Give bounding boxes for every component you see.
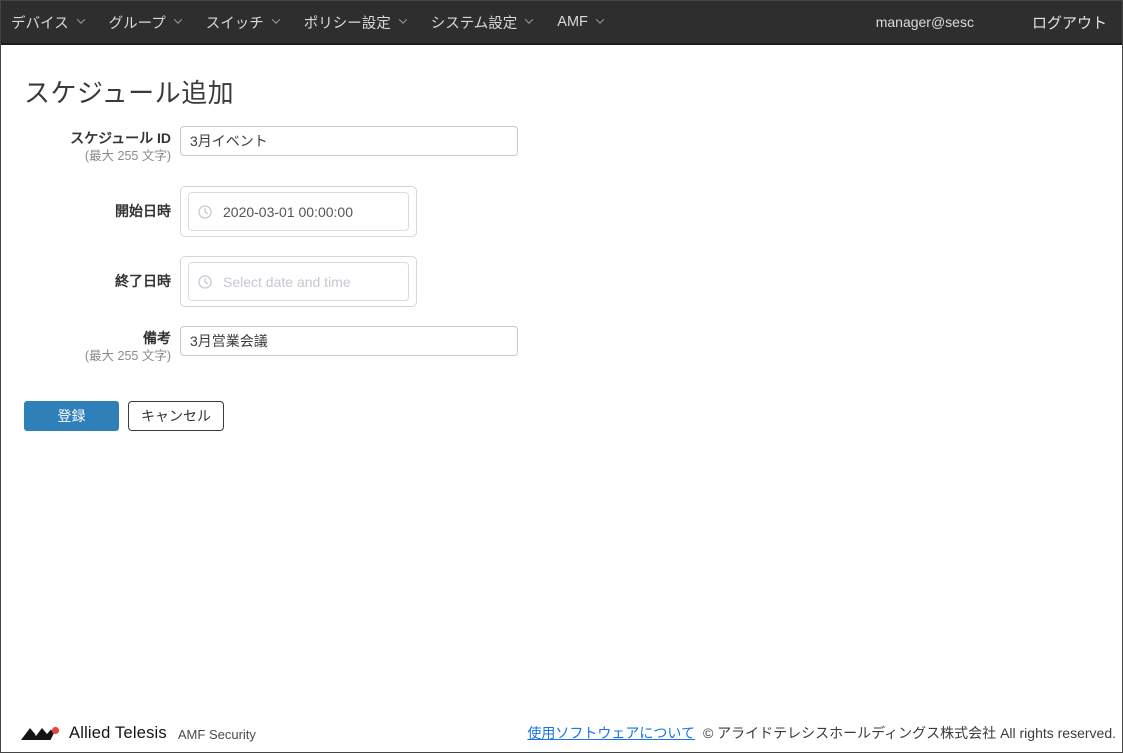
form-actions: 登録 キャンセル	[24, 401, 1122, 431]
end-datetime-row: 終了日時	[1, 256, 1122, 307]
cancel-button[interactable]: キャンセル	[128, 401, 224, 431]
product-name: AMF Security	[177, 727, 256, 742]
start-datetime-input[interactable]	[223, 203, 399, 220]
nav-item-label: システム設定	[430, 15, 518, 32]
chevron-down-icon	[525, 15, 534, 24]
end-datetime-input[interactable]	[223, 273, 399, 290]
footer: Allied Telesis AMF Security 使用ソフトウェアについて…	[1, 718, 1122, 748]
remarks-row: 備考 (最大 255 文字)	[1, 326, 1122, 365]
main-content: スケジュール追加 スケジュール ID (最大 255 文字) 開始日時	[1, 47, 1122, 431]
clock-icon	[198, 204, 212, 219]
allied-telesis-logo-icon	[21, 725, 61, 742]
copyright-text: © アライドテレシスホールディングス株式会社 All rights reserv…	[702, 725, 1116, 741]
chevron-down-icon	[595, 15, 605, 24]
nav-item-system-settings[interactable]: システム設定	[430, 12, 534, 33]
start-datetime-label: 開始日時	[115, 203, 171, 219]
nav-item-devices[interactable]: デバイス	[11, 12, 85, 33]
end-datetime-label: 終了日時	[115, 273, 171, 289]
nav-item-label: AMF	[557, 14, 588, 30]
start-datetime-picker	[180, 186, 417, 237]
logout-button[interactable]: ログアウト	[1032, 12, 1107, 33]
chevron-down-icon	[398, 15, 407, 24]
schedule-id-input[interactable]	[180, 126, 518, 156]
nav-item-switches[interactable]: スイッチ	[205, 12, 280, 33]
remarks-label: 備考	[143, 330, 171, 346]
chevron-down-icon	[173, 15, 182, 24]
start-datetime-input-box[interactable]	[188, 192, 409, 231]
clock-icon	[198, 274, 212, 289]
chevron-down-icon	[271, 15, 280, 24]
schedule-id-hint: (最大 255 文字)	[84, 149, 171, 163]
top-navbar: デバイス グループ スイッチ ポリシー設定 システム設定 AMF manager…	[1, 1, 1122, 45]
end-datetime-picker	[180, 256, 417, 307]
nav-item-label: デバイス	[11, 15, 69, 32]
software-info-link[interactable]: 使用ソフトウェアについて	[527, 723, 695, 743]
start-datetime-row: 開始日時	[1, 186, 1122, 237]
nav-item-amf[interactable]: AMF	[557, 14, 605, 30]
nav-item-policy-settings[interactable]: ポリシー設定	[303, 12, 407, 33]
end-datetime-input-box[interactable]	[188, 262, 409, 301]
submit-button[interactable]: 登録	[24, 401, 119, 431]
remarks-hint: (最大 255 文字)	[84, 349, 171, 363]
nav-item-label: ポリシー設定	[303, 15, 391, 32]
remarks-input[interactable]	[180, 326, 518, 356]
nav-item-groups[interactable]: グループ	[108, 12, 182, 33]
app-window: デバイス グループ スイッチ ポリシー設定 システム設定 AMF manager…	[0, 0, 1123, 753]
schedule-id-row: スケジュール ID (最大 255 文字)	[1, 126, 1122, 165]
logged-in-user: manager@sesc	[875, 14, 974, 30]
schedule-form: スケジュール ID (最大 255 文字) 開始日時	[1, 126, 1122, 431]
chevron-down-icon	[76, 15, 85, 24]
nav-item-label: グループ	[108, 15, 166, 32]
brand-name: Allied Telesis	[69, 723, 167, 742]
schedule-id-label: スケジュール ID	[70, 130, 171, 146]
nav-item-label: スイッチ	[205, 15, 264, 32]
page-title: スケジュール追加	[24, 78, 235, 108]
